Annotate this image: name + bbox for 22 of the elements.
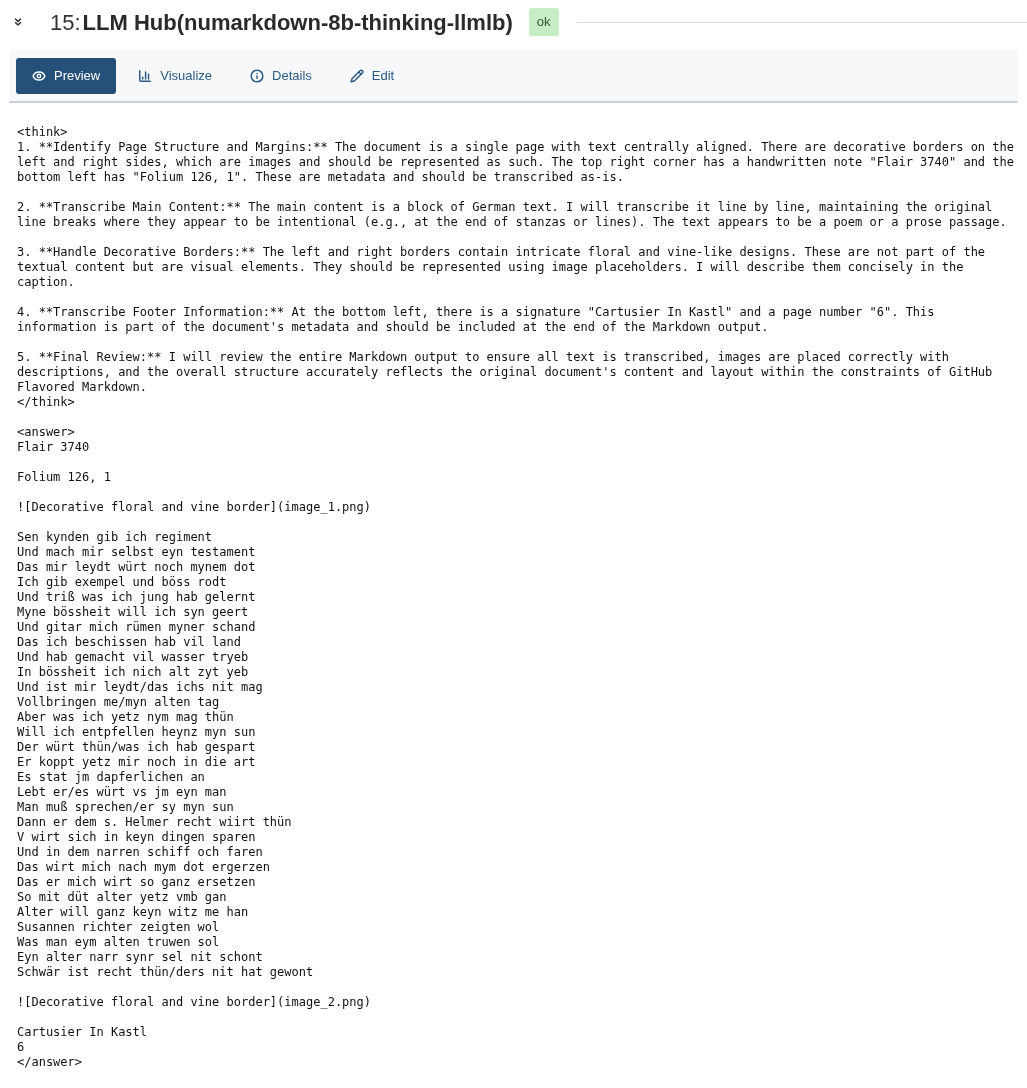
- item-title: LLM Hub(numarkdown-8b-thinking-llmlb): [82, 8, 513, 37]
- bar-chart-icon: [138, 69, 153, 83]
- output-text: Cartusier In Kastl 6 </answer>: [17, 1025, 149, 1070]
- pencil-icon: [349, 69, 364, 83]
- collapse-icon[interactable]: [12, 16, 24, 28]
- eye-icon: [32, 69, 46, 83]
- output-text: 3. **Handle Decorative Borders:** The left and right borders contain intricate floral and vine-like designs. These are not part of the textual content but are visual elements. They should be represented using image placeholders. I will describe them concisely in the caption.: [17, 245, 987, 290]
- tab[interactable]: Visualize: [122, 58, 229, 94]
- tab[interactable]: Preview: [16, 58, 117, 94]
- tab[interactable]: Edit: [333, 58, 411, 94]
- output-text: 4. **Transcribe Footer Information:** At the bottom left, there is a signature "Cartusier In Kastl" and a page number "6". This information is part of the document's metadata and should be included at the end of the Markdown output.: [17, 305, 936, 335]
- info-icon: [250, 69, 265, 83]
- output-text: ![Decorative floral and vine border](image_2.png): [17, 995, 372, 1010]
- status-badge: ok: [528, 8, 559, 36]
- output-text: Folium 126, 1: [17, 470, 112, 485]
- output-text: <answer> Flair 3740: [17, 425, 91, 455]
- item-number: 15:: [50, 8, 81, 37]
- output-text: ![Decorative floral and vine border](image_1.png): [17, 500, 372, 515]
- output-text: 2. **Transcribe Main Content:** The main content is a block of German text. I will transcribe it line by line, maintaining the original line breaks where they appear to be intentional (e.g., at the end of stanzas or lines). The text appears to be a poem or a prose passage.: [17, 200, 1008, 230]
- tab[interactable]: Details: [234, 58, 328, 94]
- output-text: Sen kynden gib ich regiment Und mach mir selbst eyn testament Das mir leydt würt noch mynem dot Ich gib exempel und böss rodt Und triß was ich jung hab gelernt Myne bössheit will ich syn geert Und gitar mich rümen myner schand Das ich beschissen hab vil land Und hab gemacht vil wasser tryeb In bössheit ich nich alt zyt yeb Und ist mir leydt/das ichs nit mag Vollbringen me/myn alten tag Aber was ich yetz nym mag thün Will ich entpfellen heynz myn sun Der würt thün/was ich hab gespart Er koppt yetz mir noch in die art Es stat jm dapferlichen an Lebt er/es würt vs jm eyn man Man muß sprechen/er sy myn sun Dann er dem s. Helmer recht wiirt thün V wirt sich in keyn dingen sparen Und in dem narren schiff och faren Das wirt mich nach mym dot ergerzen Das er mich wirt so ganz ersetzen So mit düt alter yetz vmb gan Alter will ganz keyn witz me han Susannen richter zeigten wol Was man eym alten truwen sol Eyn alter narr synr sel nit schont Schwär ist recht thün/ders nit hat gewont: [17, 530, 315, 980]
- output-text: 5. **Final Review:** I will review the entire Markdown output to ensure all text is transcribed, images are placed correctly with descriptions, and the overall structure accurately reflects the original document's content and layout within the constraints of GitHub Flavored Markdown. </think>: [17, 350, 994, 410]
